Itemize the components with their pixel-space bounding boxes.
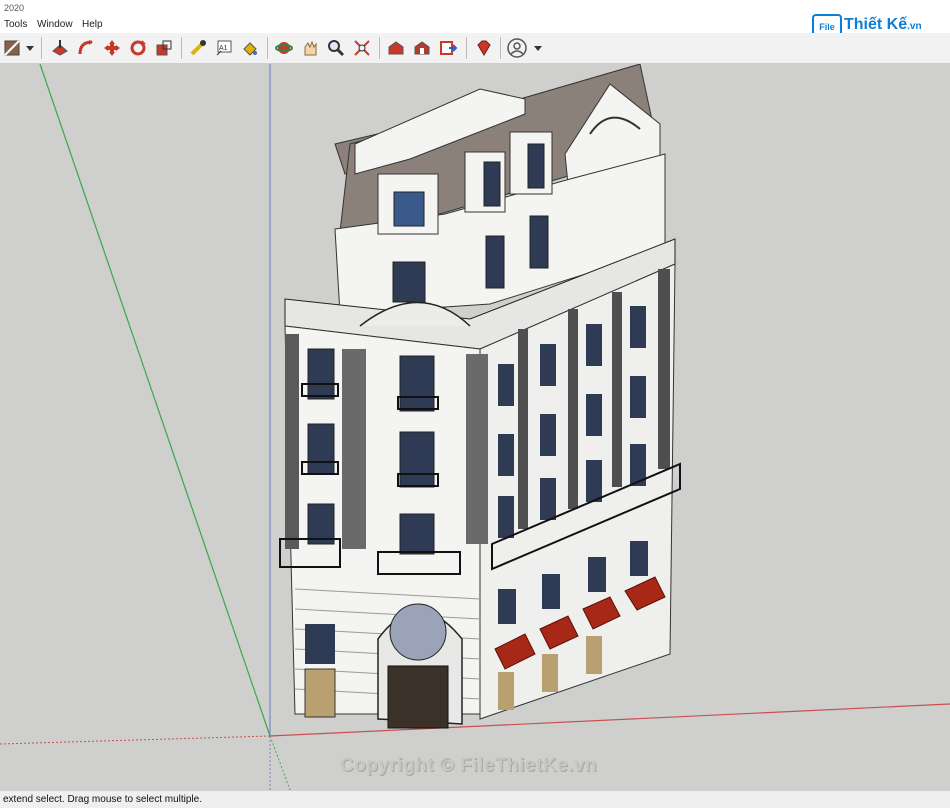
orbit-icon[interactable] (274, 38, 294, 58)
app-title: 2020 (4, 3, 25, 13)
pilaster (568, 309, 578, 509)
tape-measure-icon[interactable] (188, 38, 208, 58)
window (399, 355, 435, 412)
window (540, 344, 556, 386)
logo-suffix: .vn (907, 21, 922, 32)
toolbar-separator (41, 37, 42, 59)
pilaster (466, 354, 488, 544)
logo-text: Thiết Kế.vn (844, 16, 950, 34)
pilaster (518, 329, 528, 529)
window (586, 460, 602, 502)
status-bar: extend select. Drag mouse to select mult… (0, 790, 950, 808)
dormer-window (393, 191, 425, 227)
entrance-door[interactable] (387, 665, 449, 729)
main-toolbar: A1 (0, 33, 950, 64)
dropdown-icon[interactable] (532, 38, 544, 58)
shop-front (542, 654, 558, 692)
fan-window (389, 603, 447, 661)
shop-window (630, 541, 648, 576)
push-pull-icon[interactable] (50, 38, 70, 58)
window (399, 513, 435, 555)
window (307, 423, 335, 475)
window (307, 348, 335, 400)
scale-icon[interactable] (154, 38, 174, 58)
dormer-window (483, 161, 501, 207)
logo-brand: Thiết Kế (844, 16, 908, 33)
menu-tools[interactable]: Tools (4, 19, 27, 30)
shop-window (542, 574, 560, 609)
move-icon[interactable] (102, 38, 122, 58)
window (399, 431, 435, 488)
rotate-icon[interactable] (128, 38, 148, 58)
follow-me-icon[interactable] (76, 38, 96, 58)
shop-window (588, 557, 606, 592)
window (630, 376, 646, 418)
window (498, 364, 514, 406)
ruby-icon[interactable] (474, 38, 494, 58)
red-axis-negative (0, 735, 271, 745)
send-to-layout-icon[interactable] (438, 38, 458, 58)
pilaster (658, 269, 670, 469)
model-scene (0, 64, 950, 790)
model-viewport[interactable] (0, 64, 950, 790)
toolbar-separator (379, 37, 380, 59)
shop-front (586, 636, 602, 674)
shop-front (304, 668, 336, 718)
window (630, 306, 646, 348)
zoom-extents-icon[interactable] (352, 38, 372, 58)
green-axis-negative (269, 735, 291, 790)
extension-warehouse-icon[interactable] (412, 38, 432, 58)
zoom-icon[interactable] (326, 38, 346, 58)
menu-bar: Tools Window Help (0, 17, 950, 33)
shop-front (498, 672, 514, 710)
menu-window[interactable]: Window (37, 19, 73, 30)
attic-window (392, 261, 426, 303)
window (498, 496, 514, 538)
shop-window (305, 624, 335, 664)
toolbar-separator (500, 37, 501, 59)
status-text: extend select. Drag mouse to select mult… (3, 794, 202, 805)
shop-window (498, 589, 516, 624)
warehouse-icon[interactable] (386, 38, 406, 58)
building-model[interactable] (279, 64, 681, 729)
copyright-watermark: Copyright © FileThietKe.vn (340, 755, 598, 776)
pan-icon[interactable] (300, 38, 320, 58)
svg-text:A1: A1 (219, 45, 228, 52)
window-titlebar: 2020 (0, 0, 950, 17)
toolbar-separator (466, 37, 467, 59)
text-label-icon[interactable]: A1 (214, 38, 234, 58)
green-axis (39, 64, 271, 737)
window (540, 414, 556, 456)
pilaster (285, 334, 299, 549)
attic-window (529, 215, 549, 269)
window (540, 478, 556, 520)
window (498, 434, 514, 476)
menu-help[interactable]: Help (82, 19, 103, 30)
toolbar-separator (181, 37, 182, 59)
user-account-icon[interactable] (507, 38, 527, 58)
dormer-window (527, 143, 545, 189)
window (586, 394, 602, 436)
pilaster (612, 292, 622, 487)
pilaster (342, 349, 366, 549)
paint-bucket-icon[interactable] (2, 38, 22, 58)
attic-window (485, 235, 505, 289)
toolbar-separator (267, 37, 268, 59)
window (586, 324, 602, 366)
paint-icon[interactable] (240, 38, 260, 58)
dropdown-icon[interactable] (24, 38, 36, 58)
